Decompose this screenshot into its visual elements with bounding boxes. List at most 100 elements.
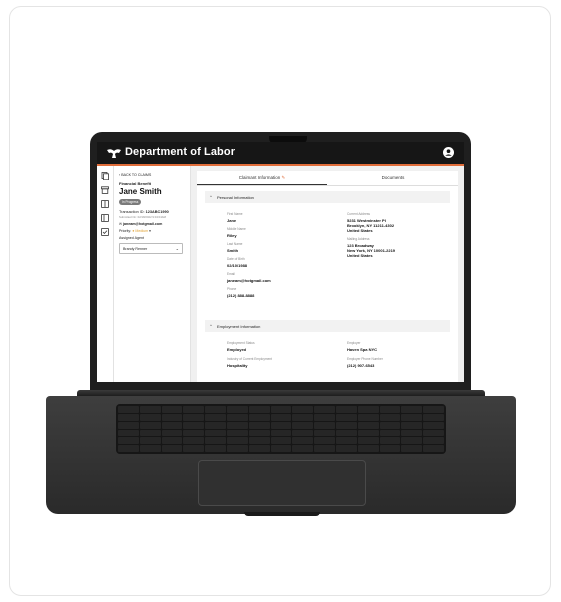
assigned-agent-label: Assigned Agent	[119, 236, 144, 240]
keyboard-key	[161, 437, 183, 445]
industry-label: Industry of Current Employment	[227, 357, 272, 361]
keyboard-key	[270, 421, 292, 429]
chevron-down-icon: ▾	[148, 229, 151, 233]
keyboard-key	[401, 429, 423, 437]
user-account-icon[interactable]	[443, 147, 454, 158]
keyboard-key	[183, 437, 205, 445]
personal-info-header[interactable]: ^ Personal Information	[205, 191, 450, 203]
assigned-agent-select[interactable]: Brandy Renner ⌄	[119, 243, 183, 254]
keyboard-key	[248, 413, 270, 421]
tab-divider	[197, 185, 458, 186]
laptop-screen: Department of Labor ‹ BACK TO CLAIMS Fin…	[97, 142, 464, 382]
assigned-agent-value: Brandy Renner	[123, 246, 148, 251]
employment-info-title: Employment Information	[217, 323, 261, 329]
transaction-id: Transaction ID: 123ABC1990	[119, 210, 169, 214]
keyboard-key	[379, 429, 401, 437]
tab-claimant-information[interactable]: Claimant Information ✎	[197, 171, 327, 185]
keyboard-key	[161, 421, 183, 429]
keyboard-key	[401, 445, 423, 452]
keyboard-key	[292, 413, 314, 421]
keyboard-key	[248, 429, 270, 437]
keyboard-key	[139, 429, 161, 437]
last-name-value: Smith	[227, 248, 239, 253]
laptop-touchpad	[198, 460, 366, 506]
keyboard-key	[205, 437, 226, 445]
app-header: Department of Labor	[97, 142, 464, 166]
keyboard-key	[226, 421, 248, 429]
keyboard-key	[357, 437, 379, 445]
keyboard-key	[248, 421, 270, 429]
claim-email[interactable]: ✉ janeam@hotgmail.com	[119, 222, 162, 226]
personal-info-title: Personal Information	[217, 194, 254, 200]
keyboard-key	[423, 406, 444, 413]
first-name-label: First Name	[227, 212, 243, 216]
keyboard-key	[161, 429, 183, 437]
employer-phone-label: Employer Phone Number	[347, 357, 383, 361]
laptop-keyboard	[116, 404, 446, 454]
keyboard-key	[379, 437, 401, 445]
submitted-date: Submitted On: 02/18/2022 9:04:04AM	[119, 215, 166, 219]
keyboard-key	[423, 429, 444, 437]
claim-details-card: Claimant Information ✎ Documents ^ Perso…	[197, 171, 458, 382]
keyboard-key	[139, 437, 161, 445]
keyboard-key	[357, 406, 379, 413]
tab-documents[interactable]: Documents	[328, 171, 458, 185]
keyboard-key	[183, 429, 205, 437]
keyboard-key	[205, 429, 226, 437]
keyboard-key	[379, 413, 401, 421]
mailing-address-line3: United States	[347, 253, 373, 258]
keyboard-key	[248, 406, 270, 413]
keyboard-key	[423, 421, 444, 429]
nav-rail	[97, 166, 114, 382]
checklist-icon[interactable]	[101, 228, 109, 236]
mailing-address-label: Mailing Address	[347, 237, 370, 241]
keyboard-key	[357, 413, 379, 421]
columns-icon[interactable]	[101, 200, 109, 208]
keyboard-key	[118, 445, 139, 452]
back-to-claims-link[interactable]: ‹ BACK TO CLAIMS	[119, 173, 151, 177]
keyboard-key	[205, 413, 226, 421]
documents-icon[interactable]	[101, 172, 109, 180]
keyboard-key	[139, 445, 161, 452]
phone-value: (212) 888-8888	[227, 293, 255, 298]
industry-value: Hospitality	[227, 363, 248, 368]
keyboard-key	[401, 437, 423, 445]
keyboard-key	[314, 445, 335, 452]
keyboard-key	[314, 413, 335, 421]
keyboard-key	[118, 429, 139, 437]
keyboard-key	[139, 421, 161, 429]
keyboard-key	[292, 437, 314, 445]
eagle-logo-icon	[107, 149, 121, 158]
keyboard-key	[118, 437, 139, 445]
keyboard-key	[205, 421, 226, 429]
dob-label: Date of Birth	[227, 257, 245, 261]
keyboard-key	[226, 437, 248, 445]
keyboard-key	[205, 406, 226, 413]
keyboard-key	[205, 445, 226, 452]
keyboard-key	[379, 421, 401, 429]
keyboard-key	[226, 413, 248, 421]
keyboard-key	[335, 421, 357, 429]
archive-icon[interactable]	[101, 186, 109, 194]
keyboard-key	[423, 445, 444, 452]
first-name-value: Jane	[227, 218, 237, 223]
main-area: Claimant Information ✎ Documents ^ Perso…	[191, 166, 464, 382]
employment-info-header[interactable]: ^ Employment Information	[205, 320, 450, 332]
middle-name-label: Middle Name	[227, 227, 246, 231]
keyboard-key	[161, 445, 183, 452]
keyboard-key	[161, 406, 183, 413]
keyboard-key	[270, 437, 292, 445]
claim-program: Financial Benefit	[119, 181, 152, 186]
priority-select[interactable]: Priority: ● Medium ▾	[119, 229, 151, 233]
book-icon[interactable]	[101, 214, 109, 222]
keyboard-key	[314, 429, 335, 437]
keyboard-key	[335, 413, 357, 421]
last-name-label: Last Name	[227, 242, 243, 246]
employer-phone-value: (212) 907-6543	[347, 363, 375, 368]
keyboard-key	[379, 406, 401, 413]
app-title: Department of Labor	[125, 146, 236, 158]
pencil-icon[interactable]: ✎	[282, 175, 286, 180]
employer-value: Haven Spa NYC	[347, 347, 378, 352]
keyboard-key	[292, 429, 314, 437]
current-address-line3: United States	[347, 228, 373, 233]
